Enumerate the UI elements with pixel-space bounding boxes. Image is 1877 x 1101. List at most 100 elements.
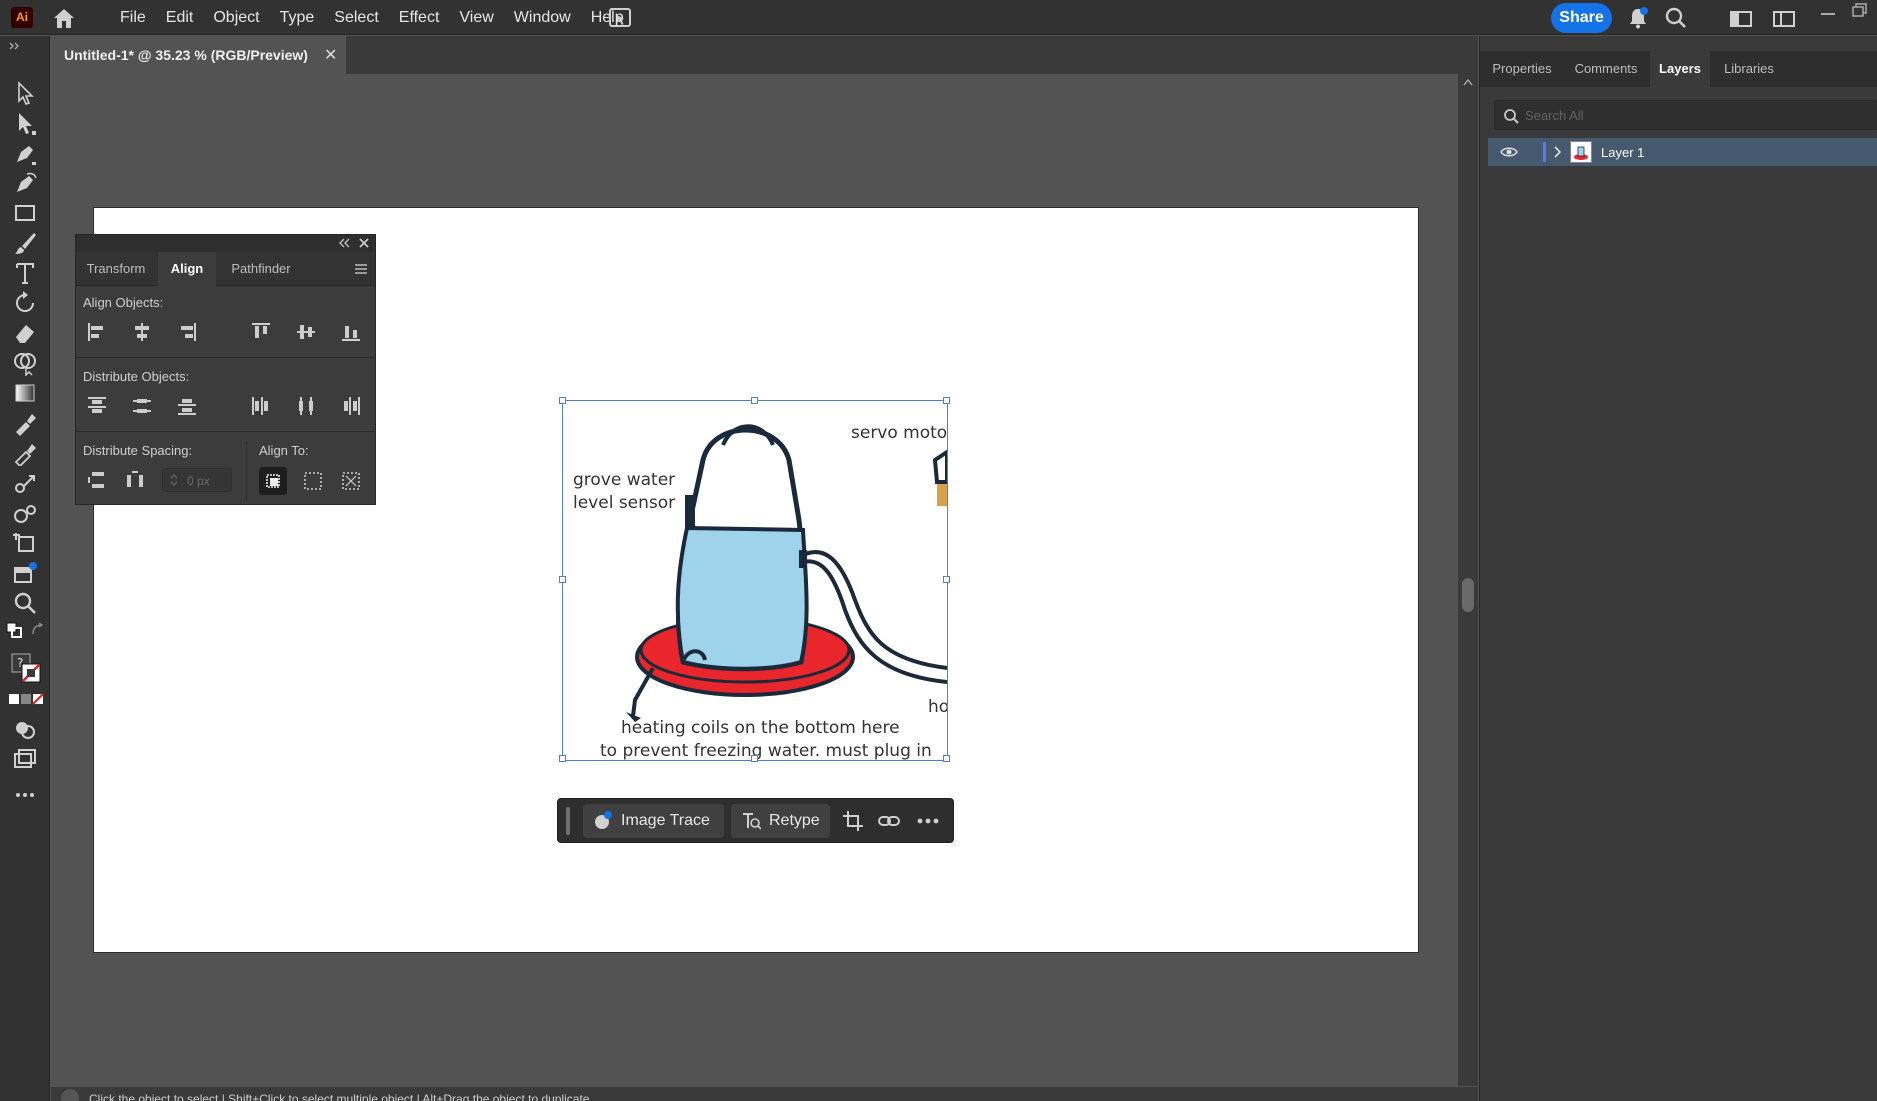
resize-handle-bottom-right[interactable] <box>943 755 950 762</box>
vertical-distribute-bottom-icon[interactable] <box>176 395 198 417</box>
menu-view[interactable]: View <box>449 0 503 35</box>
swap-fill-stroke-icon[interactable] <box>30 622 46 638</box>
distribute-spacing-input[interactable]: 0 px <box>162 468 232 492</box>
tab-comments[interactable]: Comments <box>1564 51 1648 87</box>
horizontal-distribute-center-icon[interactable] <box>295 395 317 417</box>
menu-object[interactable]: Object <box>203 0 269 35</box>
resize-handle-bottom-left[interactable] <box>559 755 566 762</box>
vertical-align-top-icon[interactable] <box>250 321 272 343</box>
layer-name[interactable]: Layer 1 <box>1601 145 1644 160</box>
default-fill-stroke-icon[interactable] <box>6 622 22 638</box>
selection-tool-icon[interactable] <box>12 80 38 106</box>
curvature-tool-icon[interactable] <box>12 170 38 196</box>
status-bar: Click the object to select | Shift+Click… <box>51 1087 1478 1101</box>
chevron-right-icon[interactable] <box>1551 145 1563 159</box>
workspace-switcher-icon[interactable] <box>1729 9 1753 29</box>
more-options-icon[interactable] <box>916 810 940 832</box>
search-icon[interactable] <box>1664 6 1688 30</box>
artboard-tool-icon[interactable] <box>12 530 38 556</box>
symbol-sprayer-tool-icon[interactable] <box>12 500 38 526</box>
tab-properties[interactable]: Properties <box>1480 51 1564 87</box>
notifications-icon[interactable] <box>1627 6 1649 30</box>
menu-select[interactable]: Select <box>324 0 388 35</box>
resize-handle-top[interactable] <box>751 397 758 404</box>
resize-handle-bottom[interactable] <box>751 755 758 762</box>
tab-align[interactable]: Align <box>158 252 216 286</box>
eraser-tool-icon[interactable] <box>12 320 38 346</box>
document-tab[interactable]: Untitled-1* @ 35.23 % (RGB/Preview) ✕ <box>51 36 346 74</box>
rectangle-tool-icon[interactable] <box>12 200 38 226</box>
visibility-eye-icon[interactable] <box>1500 145 1518 159</box>
draw-mode-icon[interactable] <box>12 716 38 742</box>
retype-button[interactable]: Retype <box>731 804 830 838</box>
close-tab-icon[interactable]: ✕ <box>324 45 337 65</box>
menu-effect[interactable]: Effect <box>389 0 450 35</box>
horizontal-align-right-icon[interactable] <box>176 321 198 343</box>
restore-window-icon[interactable] <box>1850 2 1870 18</box>
gradient-tool-icon[interactable] <box>12 380 38 406</box>
align-to-key-object-icon[interactable] <box>302 470 324 492</box>
resize-handle-top-left[interactable] <box>559 397 566 404</box>
tab-libraries[interactable]: Libraries <box>1712 51 1786 87</box>
task-bar-grip[interactable] <box>566 807 570 835</box>
resize-handle-left[interactable] <box>559 576 566 583</box>
puppet-warp-tool-icon[interactable] <box>12 470 38 496</box>
share-button[interactable]: Share <box>1551 3 1612 33</box>
resize-handle-top-right[interactable] <box>943 397 950 404</box>
home-icon[interactable] <box>51 6 77 30</box>
spacing-stepper-icon[interactable] <box>169 472 179 488</box>
horizontal-align-left-icon[interactable] <box>86 321 108 343</box>
paintbrush-tool-icon[interactable] <box>12 230 38 256</box>
align-to-artboard-icon[interactable] <box>340 470 362 492</box>
menu-edit[interactable]: Edit <box>156 0 204 35</box>
rotate-tool-icon[interactable] <box>12 290 38 316</box>
arrange-documents-icon[interactable] <box>607 7 633 29</box>
more-tools-icon[interactable] <box>12 782 38 808</box>
collapse-toolbar-icon[interactable] <box>8 42 22 50</box>
tab-pathfinder[interactable]: Pathfinder <box>221 252 301 286</box>
pen-tool-icon[interactable] <box>12 140 38 166</box>
resize-handle-right[interactable] <box>943 576 950 583</box>
edit-toolbar-icon[interactable] <box>12 560 38 586</box>
collapse-panel-icon[interactable] <box>338 238 350 248</box>
shape-builder-tool-icon[interactable] <box>12 350 38 376</box>
tab-layers[interactable]: Layers <box>1650 51 1710 87</box>
vertical-distribute-center-icon[interactable] <box>131 395 153 417</box>
screen-mode-icon[interactable] <box>12 746 38 772</box>
eyedropper-tool-icon[interactable] <box>12 410 38 436</box>
link-icon[interactable] <box>878 810 900 832</box>
scroll-up-icon[interactable] <box>1463 78 1473 86</box>
horizontal-distribute-left-icon[interactable] <box>250 395 272 417</box>
vertical-distribute-space-icon[interactable] <box>86 469 108 491</box>
fill-stroke-swatch-icon[interactable]: ? <box>10 652 42 684</box>
layer-row[interactable]: Layer 1 <box>1488 138 1877 166</box>
panel-toggle-icon[interactable] <box>1772 9 1796 29</box>
close-panel-icon[interactable] <box>358 237 370 249</box>
blend-tool-icon[interactable] <box>12 440 38 466</box>
menu-file[interactable]: File <box>110 0 156 35</box>
horizontal-distribute-space-icon[interactable] <box>124 469 146 491</box>
horizontal-distribute-right-icon[interactable] <box>340 395 362 417</box>
minimize-icon[interactable] <box>1818 8 1838 18</box>
panel-header[interactable] <box>76 235 375 252</box>
align-to-selection-icon <box>266 474 280 488</box>
tab-transform[interactable]: Transform <box>76 252 156 286</box>
layers-search[interactable] <box>1494 100 1877 130</box>
crop-icon[interactable] <box>842 810 864 832</box>
layers-search-input[interactable] <box>1525 101 1865 129</box>
image-trace-button[interactable]: Image Trace <box>583 804 724 838</box>
scrollbar-thumb[interactable] <box>1462 578 1474 612</box>
vertical-align-center-icon[interactable] <box>295 321 317 343</box>
type-tool-icon[interactable] <box>12 260 38 286</box>
panel-menu-icon[interactable] <box>354 263 368 275</box>
vertical-align-bottom-icon[interactable] <box>340 321 362 343</box>
menu-type[interactable]: Type <box>270 0 325 35</box>
vertical-distribute-top-icon[interactable] <box>86 395 108 417</box>
horizontal-align-center-icon[interactable] <box>131 321 153 343</box>
direct-selection-tool-icon[interactable] <box>12 110 38 136</box>
menu-window[interactable]: Window <box>504 0 581 35</box>
vertical-scrollbar[interactable] <box>1458 74 1478 1086</box>
color-mode-icon[interactable] <box>8 693 44 705</box>
align-to-selection-button[interactable] <box>259 467 287 495</box>
zoom-tool-icon[interactable] <box>12 590 38 616</box>
